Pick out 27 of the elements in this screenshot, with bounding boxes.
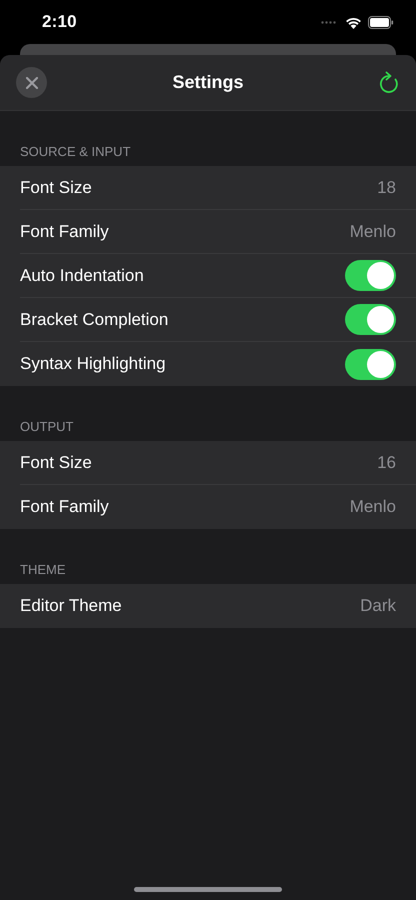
close-button[interactable] <box>16 67 47 98</box>
close-icon <box>26 76 38 88</box>
signal-icon <box>321 20 337 24</box>
setting-label: Editor Theme <box>20 596 122 616</box>
setting-label: Font Size <box>20 178 92 198</box>
setting-value[interactable]: 18 <box>377 178 396 198</box>
section-header: SOURCE & INPUT <box>20 144 131 159</box>
toggle-switch[interactable] <box>345 304 396 335</box>
toggle-switch[interactable] <box>345 260 396 291</box>
setting-value[interactable]: 16 <box>377 452 396 472</box>
setting-value[interactable]: Menlo <box>350 222 396 242</box>
setting-label: Auto Indentation <box>20 266 144 286</box>
toggle-switch[interactable] <box>345 348 396 380</box>
screen-title: Settings <box>172 72 244 93</box>
refresh-icon <box>378 70 400 94</box>
status-time: 2:10 <box>42 12 77 32</box>
setting-label: Font Family <box>20 222 109 242</box>
wifi-icon <box>345 16 362 28</box>
section-header: OUTPUT <box>20 419 74 434</box>
setting-label: Syntax Highlighting <box>20 354 166 374</box>
setting-label: Font Size <box>20 452 92 472</box>
setting-label: Font Family <box>20 497 109 517</box>
setting-value[interactable]: Dark <box>360 596 396 616</box>
setting-label: Bracket Completion <box>20 310 168 330</box>
section-header: THEME <box>20 562 66 577</box>
setting-value[interactable]: Menlo <box>350 497 396 517</box>
battery-icon <box>368 16 394 28</box>
